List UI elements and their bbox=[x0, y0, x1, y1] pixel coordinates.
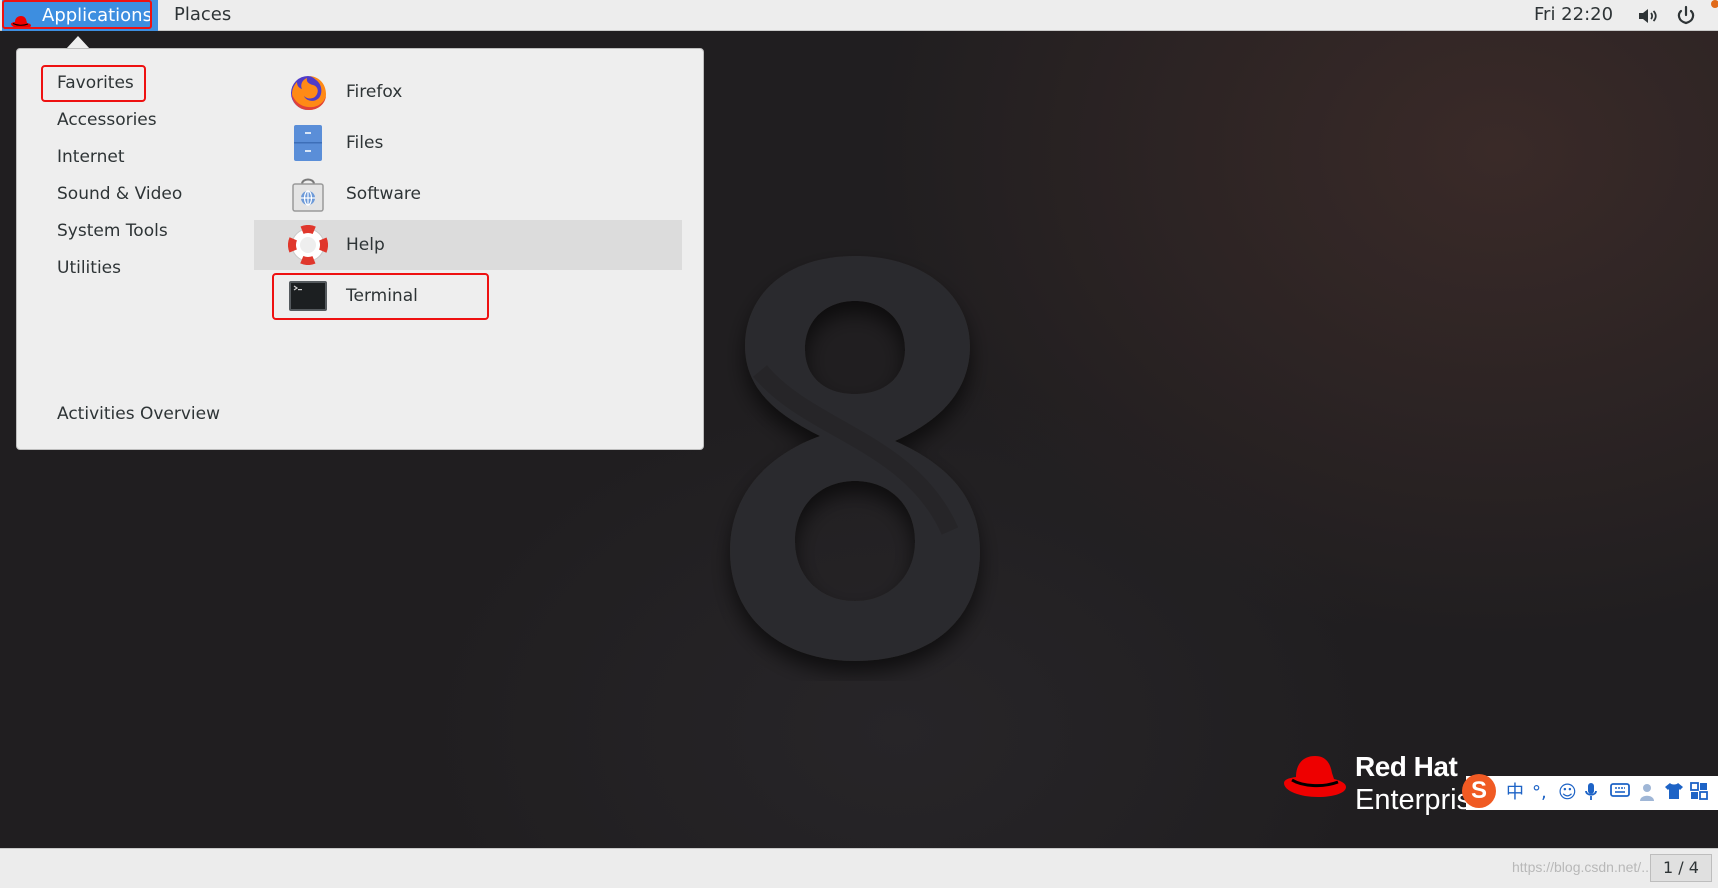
ime-punctuation[interactable]: °, bbox=[1532, 782, 1547, 804]
app-firefox[interactable]: Firefox bbox=[254, 67, 682, 117]
help-icon bbox=[288, 225, 328, 265]
firefox-icon bbox=[288, 72, 328, 112]
category-sound-video[interactable]: Sound & Video bbox=[57, 181, 182, 207]
ime-user-icon[interactable] bbox=[1638, 782, 1658, 804]
ime-chinese-mode[interactable]: 中 bbox=[1506, 782, 1524, 804]
volume-icon[interactable] bbox=[1636, 4, 1660, 28]
category-favorites[interactable]: Favorites bbox=[57, 70, 134, 96]
ime-voice-icon[interactable] bbox=[1584, 782, 1598, 804]
category-internet[interactable]: Internet bbox=[57, 144, 125, 170]
power-icon[interactable] bbox=[1674, 4, 1698, 28]
app-help[interactable]: Help bbox=[254, 220, 682, 270]
sogou-logo-icon[interactable]: S bbox=[1462, 774, 1496, 808]
app-label-firefox: Firefox bbox=[346, 82, 403, 102]
bottom-bar bbox=[0, 848, 1718, 888]
notification-dot bbox=[1711, 0, 1718, 8]
workspace-indicator[interactable]: 1 / 4 bbox=[1650, 854, 1712, 882]
applications-highlight-box bbox=[2, 0, 152, 29]
places-menu-button[interactable]: Places bbox=[174, 0, 231, 31]
app-label-help: Help bbox=[346, 235, 385, 255]
top-bar: Applications Places Fri 22:20 bbox=[0, 0, 1718, 31]
watermark-text: https://blog.csdn.net/... bbox=[1512, 859, 1653, 875]
app-software[interactable]: Software bbox=[254, 169, 682, 219]
redhat-hat-icon bbox=[1284, 756, 1346, 797]
clock[interactable]: Fri 22:20 bbox=[1534, 0, 1613, 31]
app-label-files: Files bbox=[346, 133, 384, 153]
ime-keyboard-icon[interactable] bbox=[1610, 782, 1630, 804]
ime-skin-icon[interactable] bbox=[1664, 782, 1684, 804]
app-label-software: Software bbox=[346, 184, 421, 204]
terminal-highlight-box bbox=[272, 273, 489, 320]
wallpaper-8-graphic bbox=[730, 256, 980, 661]
ime-toolbar[interactable]: S 中 °, ☺ bbox=[1462, 774, 1718, 810]
logo-line1: Red Hat bbox=[1355, 751, 1458, 782]
category-accessories[interactable]: Accessories bbox=[57, 107, 157, 133]
applications-menu: Favorites Accessories Internet Sound & V… bbox=[16, 48, 704, 450]
ime-toolbox-icon[interactable] bbox=[1690, 782, 1708, 804]
category-system-tools[interactable]: System Tools bbox=[57, 218, 168, 244]
app-files[interactable]: Files bbox=[254, 118, 682, 168]
category-utilities[interactable]: Utilities bbox=[57, 255, 121, 281]
software-icon bbox=[288, 174, 328, 214]
activities-overview[interactable]: Activities Overview bbox=[57, 401, 220, 427]
files-icon bbox=[288, 123, 328, 163]
ime-emoji-icon[interactable]: ☺ bbox=[1558, 782, 1577, 804]
